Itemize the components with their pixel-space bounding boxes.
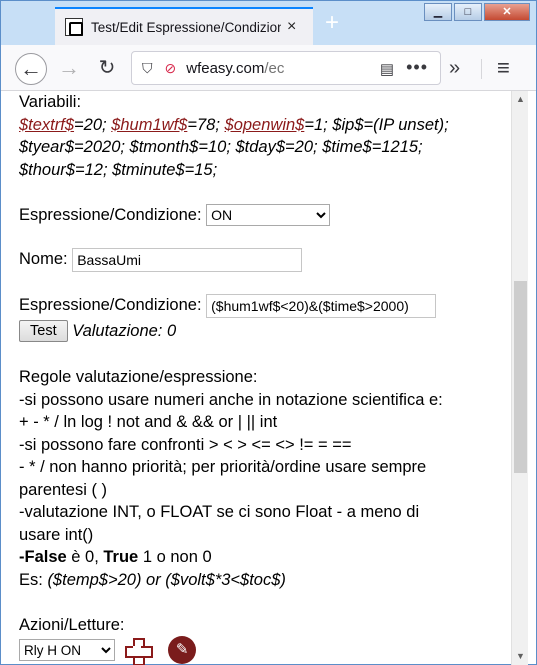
test-row: Test Valutazione: 0 bbox=[19, 320, 511, 344]
action-select[interactable]: Rly H ON bbox=[19, 639, 115, 661]
browser-tab[interactable]: Test/Edit Espressione/Condizione × bbox=[55, 7, 313, 45]
title-bar: Test/Edit Espressione/Condizione × + ▁ □… bbox=[1, 1, 536, 45]
var-textrf-value: =20; bbox=[74, 115, 112, 134]
rules-line: parentesi ( ) bbox=[19, 480, 108, 499]
maximize-button[interactable]: □ bbox=[454, 3, 482, 21]
variables-line-2: $tyear$=2020; $tmonth$=10; $tday$=20; $t… bbox=[19, 138, 423, 156]
expression-select-row: Espressione/Condizione: ON bbox=[19, 204, 511, 230]
expression-input[interactable] bbox=[206, 293, 437, 318]
url-text[interactable]: wfeasy.com/ec bbox=[186, 60, 284, 77]
actions-heading: Azioni/Letture: bbox=[19, 615, 125, 634]
page-actions-icon[interactable]: ••• bbox=[406, 57, 428, 78]
browser-window: Test/Edit Espressione/Condizione × + ▁ □… bbox=[0, 0, 537, 665]
rules-line-bool: -False è 0, True 1 o non 0 bbox=[19, 546, 511, 569]
scrollbar-thumb[interactable] bbox=[514, 281, 527, 473]
toolbar-divider bbox=[481, 59, 482, 79]
expression-select-label: Espressione/Condizione: bbox=[19, 205, 202, 224]
shield-icon[interactable]: ⛉ bbox=[142, 60, 153, 77]
var-openwin-link[interactable]: $openwin$ bbox=[225, 116, 305, 134]
navigation-toolbar: ← → ↻ ⛉ ⊘ wfeasy.com/ec ▤ ••• » ≡ bbox=[1, 45, 536, 91]
edit-action-icon[interactable]: ✎ bbox=[168, 636, 197, 664]
rules-line: -si possono usare numeri anche in notazi… bbox=[19, 390, 443, 409]
expression-input-label: Espressione/Condizione: bbox=[19, 295, 202, 314]
insecure-lock-icon[interactable]: ⊘ bbox=[165, 60, 177, 77]
url-path: /ec bbox=[264, 59, 285, 77]
actions-row: Rly H ON ✎ bbox=[19, 636, 511, 665]
tab-title: Test/Edit Espressione/Condizione bbox=[91, 19, 281, 35]
example-expression: ($temp$>20) or ($volt$*3<$toc$) bbox=[47, 570, 286, 589]
var-textrf-link[interactable]: $textrf$ bbox=[19, 116, 74, 134]
window-controls: ▁ □ ✕ bbox=[422, 3, 530, 21]
minimize-button[interactable]: ▁ bbox=[424, 3, 452, 21]
bool-end-text: 1 o non 0 bbox=[138, 548, 212, 566]
forward-button[interactable]: → bbox=[53, 53, 85, 85]
rules-line: usare int() bbox=[19, 525, 94, 544]
overflow-chevron-icon[interactable]: » bbox=[449, 57, 460, 80]
page-content: Variabili: $textrf$=20; $hum1wf$=78; $op… bbox=[9, 91, 511, 665]
name-row: Nome: bbox=[19, 247, 511, 276]
reader-view-icon[interactable]: ▤ bbox=[380, 60, 394, 78]
page-scrollbar[interactable]: ▲ ▼ bbox=[511, 91, 528, 665]
expression-select[interactable]: ON bbox=[206, 204, 331, 227]
rules-heading: Regole valutazione/espressione: bbox=[19, 368, 258, 386]
name-label: Nome: bbox=[19, 249, 68, 268]
var-openwin-value: =1; $ip$=(IP unset); bbox=[304, 115, 449, 134]
variables-line-3: $thour$=12; $tminute$=15; bbox=[19, 160, 218, 179]
evaluation-result: Valutazione: 0 bbox=[72, 321, 177, 340]
example-prefix: Es: bbox=[19, 570, 48, 589]
false-label: -False bbox=[19, 548, 67, 566]
variables-line-1: $textrf$=20; $hum1wf$=78; $openwin$=1; $… bbox=[19, 114, 511, 137]
rules-line: -si possono fare confronti > < > <= <> !… bbox=[19, 435, 352, 454]
url-bar[interactable]: ⛉ ⊘ wfeasy.com/ec ▤ ••• bbox=[131, 51, 441, 85]
expression-input-row: Espressione/Condizione: bbox=[19, 293, 511, 320]
var-hum1wf-link[interactable]: $hum1wf$ bbox=[111, 116, 187, 134]
favicon-icon bbox=[65, 18, 83, 36]
tab-close-icon[interactable]: × bbox=[287, 18, 296, 36]
hamburger-menu-icon[interactable]: ≡ bbox=[497, 55, 510, 81]
rules-line: + - * / ln log ! not and & && or | || in… bbox=[19, 413, 278, 431]
close-window-button[interactable]: ✕ bbox=[484, 3, 530, 21]
var-hum1wf-value: =78; bbox=[187, 115, 225, 134]
url-domain: wfeasy.com bbox=[186, 59, 265, 77]
variables-heading: Variabili: bbox=[19, 93, 82, 111]
reload-button[interactable]: ↻ bbox=[91, 53, 123, 85]
rules-line: -valutazione INT, o FLOAT se ci sono Flo… bbox=[19, 503, 420, 521]
rules-line: - * / non hanno priorità; per priorità/o… bbox=[19, 458, 427, 476]
scroll-down-icon[interactable]: ▼ bbox=[512, 648, 529, 665]
add-action-icon[interactable] bbox=[124, 637, 153, 665]
back-button[interactable]: ← bbox=[15, 53, 47, 85]
new-tab-button[interactable]: + bbox=[319, 11, 345, 37]
test-button[interactable]: Test bbox=[19, 320, 68, 343]
true-label: True bbox=[103, 548, 139, 566]
name-input[interactable] bbox=[72, 247, 303, 272]
rules-example: Es: ($temp$>20) or ($volt$*3<$toc$) bbox=[19, 569, 511, 592]
bool-mid-text: è 0, bbox=[66, 548, 104, 566]
scroll-up-icon[interactable]: ▲ bbox=[512, 91, 529, 108]
